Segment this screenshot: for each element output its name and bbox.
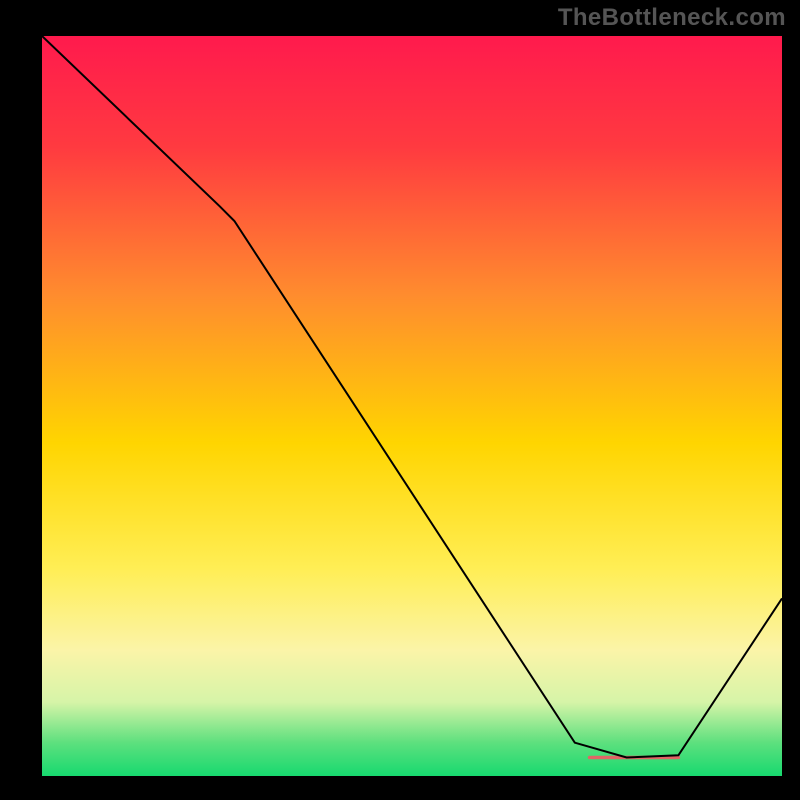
gradient-rect xyxy=(42,36,782,776)
plot-area xyxy=(42,36,782,776)
plot-svg xyxy=(42,36,782,776)
chart-frame: TheBottleneck.com xyxy=(0,0,800,800)
target-marker-cap-left xyxy=(588,756,592,760)
watermark-text: TheBottleneck.com xyxy=(558,4,786,32)
